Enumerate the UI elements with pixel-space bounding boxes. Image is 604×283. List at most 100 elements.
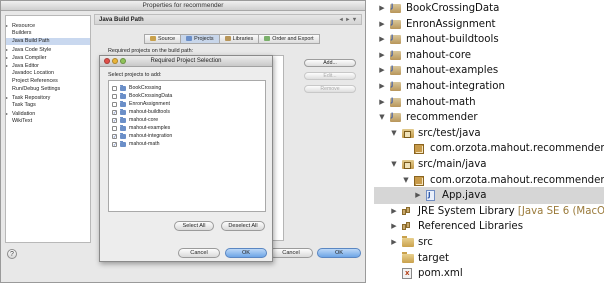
project-icon: [120, 124, 126, 131]
category-tree-item[interactable]: Project References: [6, 78, 58, 85]
project-checkbox[interactable]: [112, 101, 117, 107]
tab-order-and-export[interactable]: Order and Export: [258, 34, 320, 44]
explorer-tree-item[interactable]: ▶ JRE System Library [Java SE 6 (MacOS X: [374, 203, 604, 220]
explorer-tree-item[interactable]: ▶ mahout-integration: [374, 78, 604, 95]
project-name: mahout-integration: [129, 133, 173, 139]
project-checkbox[interactable]: [112, 93, 117, 99]
properties-cancel-button[interactable]: Cancel: [269, 248, 313, 258]
explorer-item-label: recommender: [406, 109, 478, 126]
explorer-tree-item[interactable]: ▶ BookCrossingData: [374, 0, 604, 17]
dialog-cancel-button[interactable]: Cancel: [178, 248, 220, 258]
project-checkbox[interactable]: ✓: [112, 141, 117, 147]
explorer-item-label: mahout-core: [406, 47, 471, 64]
collapsed-triangle-icon[interactable]: ▶: [390, 234, 398, 251]
explorer-item-label: com.orzota.mahout.recommender: [430, 172, 604, 189]
explorer-tree-item[interactable]: ▶ App.java: [374, 187, 604, 205]
project-list-item[interactable]: ✓ mahout-math: [112, 140, 160, 148]
category-tree-item[interactable]: ▸ Task Repository: [6, 94, 50, 101]
project-list-item[interactable]: EnronAssignment: [112, 100, 170, 108]
deselect-all-button[interactable]: Deselect All: [221, 221, 265, 231]
java-project-icon: [390, 50, 401, 60]
category-tree-item[interactable]: Java Build Path: [6, 38, 90, 45]
collapsed-triangle-icon[interactable]: ▶: [378, 62, 386, 79]
category-tree-item-label: Resource: [12, 23, 36, 29]
project-list-item[interactable]: mahout-examples: [112, 124, 170, 132]
collapsed-triangle-icon[interactable]: ▶: [378, 94, 386, 111]
category-tree-item-label: Project References: [12, 78, 58, 84]
project-checkbox[interactable]: ✓: [112, 109, 117, 115]
java-project-icon: [390, 97, 401, 107]
project-name: mahout-core: [129, 117, 159, 123]
category-tree-item[interactable]: Task Tags: [6, 102, 36, 109]
project-list-item[interactable]: ✓ mahout-integration: [112, 132, 172, 140]
explorer-tree-item[interactable]: ▶ mahout-core: [374, 47, 604, 64]
explorer-tree-item[interactable]: com.orzota.mahout.recommender: [374, 140, 604, 157]
category-tree-item[interactable]: ▸ Java Code Style: [6, 46, 51, 53]
expanded-triangle-icon[interactable]: ▼: [390, 125, 398, 142]
expanded-triangle-icon[interactable]: ▼: [378, 109, 386, 126]
category-tree-item[interactable]: Builders: [6, 30, 31, 37]
add-button[interactable]: Add...: [304, 59, 356, 67]
project-icon: [120, 100, 126, 107]
category-tree-item[interactable]: Run/Debug Settings: [6, 86, 60, 93]
project-icon: [120, 92, 126, 99]
explorer-item-name: src/test/java: [418, 127, 481, 139]
category-tree-item[interactable]: ▸ Java Compiler: [6, 54, 46, 61]
dialog-ok-button[interactable]: OK: [225, 248, 267, 258]
explorer-tree-item[interactable]: ▶ EnronAssignment: [374, 16, 604, 33]
source-folder-icon: [402, 160, 414, 169]
tab-source[interactable]: Source: [144, 34, 182, 44]
explorer-tree-item[interactable]: target: [374, 250, 604, 267]
explorer-tree-item[interactable]: ▶ mahout-math: [374, 94, 604, 111]
project-list-item[interactable]: BookCrossingData: [112, 92, 172, 100]
collapsed-triangle-icon[interactable]: ▶: [390, 218, 398, 235]
project-name: EnronAssignment: [129, 101, 170, 107]
collapsed-triangle-icon[interactable]: ▶: [378, 78, 386, 95]
tab-label: Projects: [194, 36, 214, 42]
explorer-item-label: src/test/java: [418, 125, 481, 142]
expanded-triangle-icon[interactable]: ▼: [402, 172, 410, 189]
explorer-tree-item[interactable]: pom.xml: [374, 265, 604, 282]
select-all-button[interactable]: Select All: [174, 221, 214, 231]
explorer-item-label: mahout-math: [406, 94, 476, 111]
explorer-tree-item[interactable]: ▼ src/test/java: [374, 125, 604, 142]
close-window-icon[interactable]: [104, 58, 110, 64]
explorer-tree-item[interactable]: ▼ com.orzota.mahout.recommender: [374, 172, 604, 189]
zoom-window-icon[interactable]: [120, 58, 126, 64]
explorer-tree-item[interactable]: ▼ src/main/java: [374, 156, 604, 173]
project-checkbox[interactable]: ✓: [112, 133, 117, 139]
project-list-item[interactable]: ✓ mahout-buildtools: [112, 108, 170, 116]
expanded-triangle-icon[interactable]: ▼: [390, 156, 398, 173]
collapsed-triangle-icon[interactable]: ▶: [378, 47, 386, 64]
category-tree-item[interactable]: ▸ Java Editor: [6, 62, 39, 69]
minimize-window-icon[interactable]: [112, 58, 118, 64]
collapsed-triangle-icon[interactable]: ▶: [378, 0, 386, 17]
explorer-item-label: EnronAssignment: [406, 16, 496, 33]
collapsed-triangle-icon[interactable]: ▶: [414, 187, 422, 204]
explorer-item-name: src: [418, 237, 433, 248]
java-project-icon: [390, 65, 401, 76]
project-checkbox[interactable]: [112, 125, 117, 131]
help-button[interactable]: ?: [7, 249, 17, 259]
tab-libraries[interactable]: Libraries: [218, 34, 260, 44]
category-tree-item[interactable]: ▸ Resource: [6, 22, 35, 29]
explorer-tree-item[interactable]: ▶ src: [374, 234, 604, 251]
project-checkbox[interactable]: ✓: [112, 117, 117, 123]
tab-projects[interactable]: Projects: [180, 34, 220, 44]
explorer-tree-item[interactable]: ▶ mahout-examples: [374, 62, 604, 79]
category-tree-item[interactable]: ▸ Validation: [6, 110, 35, 117]
category-tree-item[interactable]: Javadoc Location: [6, 70, 54, 77]
explorer-tree-item[interactable]: ▶ Referenced Libraries: [374, 218, 604, 235]
history-arrows-icon[interactable]: ◂ ▸ ▾: [340, 15, 357, 25]
category-tree-item[interactable]: WikiText: [6, 118, 32, 125]
explorer-tree-item[interactable]: ▼ recommender: [374, 109, 604, 126]
collapsed-triangle-icon[interactable]: ▶: [390, 203, 398, 220]
project-list-item[interactable]: ✓ mahout-core: [112, 116, 158, 124]
project-checkbox-list: BookCrossing BookCrossingData EnronAssignm…: [108, 80, 266, 212]
project-checkbox[interactable]: [112, 85, 117, 91]
collapsed-triangle-icon[interactable]: ▶: [378, 31, 386, 48]
project-list-item[interactable]: BookCrossing: [112, 84, 161, 92]
collapsed-triangle-icon[interactable]: ▶: [378, 16, 386, 33]
explorer-tree-item[interactable]: ▶ mahout-buildtools: [374, 31, 604, 48]
properties-ok-button[interactable]: OK: [317, 248, 361, 258]
